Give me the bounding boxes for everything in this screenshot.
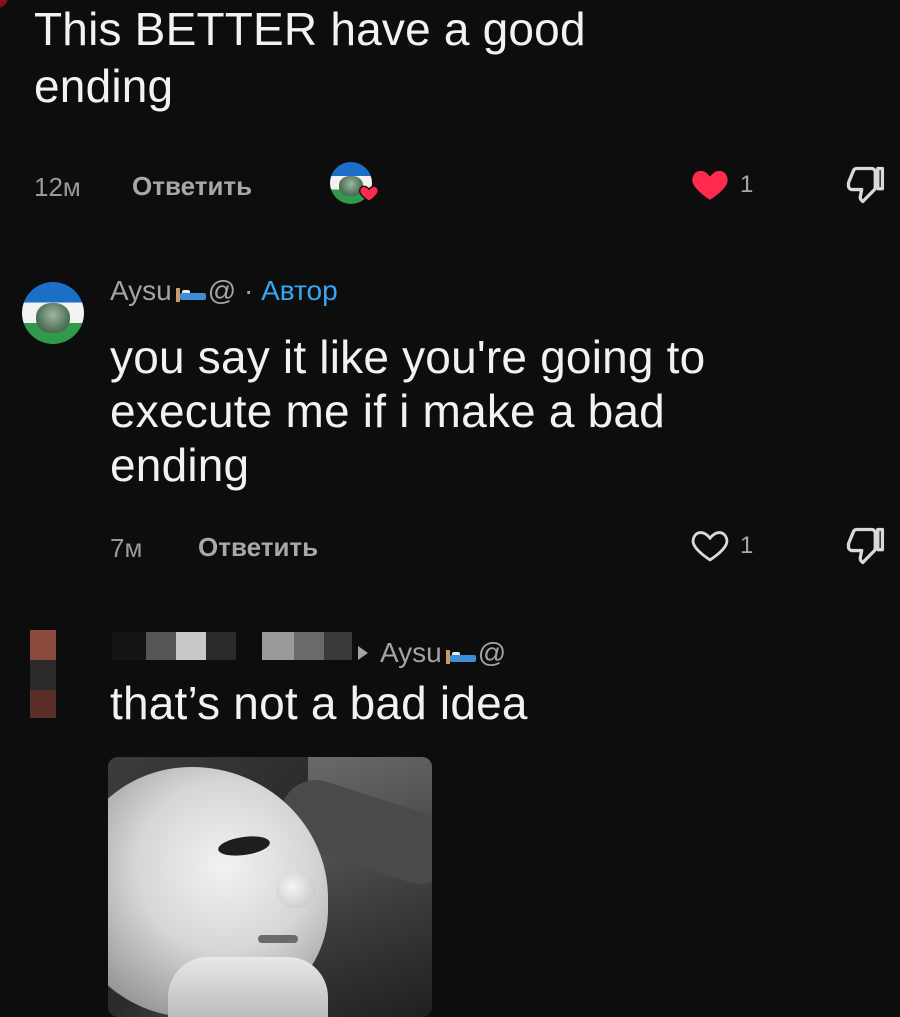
- thumbs-down-icon[interactable]: [842, 524, 888, 568]
- thumbs-down-icon[interactable]: [842, 163, 888, 207]
- like-button[interactable]: 1: [688, 524, 768, 568]
- separator: ·: [236, 275, 262, 306]
- heart-outline-icon: [691, 531, 729, 562]
- caret-right-icon: [358, 646, 368, 660]
- avatar-censored[interactable]: [30, 630, 56, 718]
- like-button[interactable]: 1: [688, 163, 768, 207]
- avatar-partial[interactable]: [0, 0, 8, 8]
- author-badge: Автор: [261, 275, 338, 306]
- reply-to-username[interactable]: Aysu: [380, 637, 442, 668]
- reply-button[interactable]: Ответить: [132, 171, 252, 202]
- reply-button[interactable]: Ответить: [198, 532, 318, 563]
- avatar[interactable]: [22, 282, 84, 344]
- heart-filled-icon: [692, 170, 728, 200]
- bed-emoji: [445, 650, 476, 664]
- comment-text: This BETTER have a good ending: [34, 3, 586, 112]
- username-censored[interactable]: [112, 632, 352, 668]
- comment-header: Aysu @ · Автор: [110, 275, 338, 307]
- reply-to-suffix: @: [477, 637, 507, 668]
- comment-text: that’s not a bad idea: [110, 677, 528, 729]
- timestamp: 7м: [110, 533, 143, 563]
- comment-text: you say it like you're going to execute …: [110, 331, 706, 491]
- username-suffix: @: [207, 275, 237, 306]
- username[interactable]: Aysu: [110, 275, 172, 306]
- heart-filled-icon: [359, 185, 379, 203]
- timestamp: 12м: [34, 172, 81, 202]
- attached-image[interactable]: [108, 757, 432, 1017]
- like-count: 1: [740, 171, 754, 198]
- like-count: 1: [740, 532, 754, 559]
- bed-emoji: [175, 288, 206, 302]
- author-liked-badge: [330, 162, 380, 208]
- reply-to-header: Aysu @: [358, 637, 506, 669]
